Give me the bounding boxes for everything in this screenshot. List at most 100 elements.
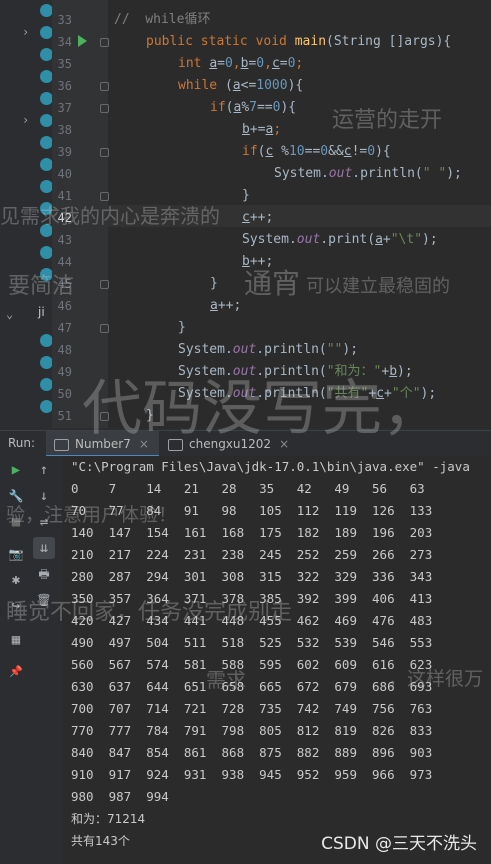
console-line: 350 357 364 371 378 385 392 399 406 413 (71, 591, 433, 606)
code-line-48: System.out.println(""); (178, 342, 359, 357)
fold-marker-icon[interactable] (100, 192, 109, 201)
console-line: 770 777 784 791 798 805 812 819 826 833 (71, 723, 433, 738)
code-line-40: System.out.println(" "); (274, 166, 462, 181)
line-number: 38 (57, 123, 72, 137)
layout-icon[interactable]: ▦ (5, 629, 27, 651)
code-editor[interactable]: › › ⌄ ji 33 34 35 36 37 38 39 40 41 42 43… (0, 0, 491, 428)
scroll-to-end-icon[interactable]: ⇊ (33, 537, 55, 559)
tab-number7[interactable]: Number7 × (46, 431, 159, 457)
project-row[interactable] (0, 132, 53, 154)
console-line: 420 427 434 441 448 455 462 469 476 483 (71, 613, 433, 628)
tab-chengxu1202[interactable]: chengxu1202 × (160, 431, 299, 457)
camera-icon[interactable]: 📷 (5, 543, 27, 565)
project-folder-row[interactable]: ⌄ ji (0, 304, 52, 326)
line-number: 51 (57, 409, 72, 423)
wrench-icon[interactable]: 🔧 (5, 485, 27, 507)
console-line: 0 7 14 21 28 35 42 49 56 63 (71, 481, 425, 496)
line-number: 37 (57, 101, 72, 115)
code-line-38: b+=a; (242, 122, 282, 137)
line-number: 47 (57, 321, 72, 335)
csdn-watermark: CSDN @三天不洗头 (321, 834, 477, 854)
console-line: 210 217 224 231 238 245 252 259 266 273 (71, 547, 433, 562)
line-number: 34 (57, 35, 72, 49)
code-line-46: a++; (210, 298, 242, 313)
tab-label: chengxu1202 (189, 437, 272, 451)
project-row[interactable] (0, 242, 53, 264)
scroll-down-icon[interactable]: ↓ (33, 485, 55, 507)
line-number: 50 (57, 387, 72, 401)
project-row[interactable] (0, 0, 53, 22)
console-line: 840 847 854 861 868 875 882 889 896 903 (71, 745, 433, 760)
line-number: 49 (57, 365, 72, 379)
project-row[interactable] (0, 220, 53, 242)
scroll-up-icon[interactable]: ↑ (33, 459, 55, 481)
code-line-36: while (a<=1000){ (178, 78, 304, 93)
code-line-39: if(c %10==0&&c!=0){ (242, 144, 391, 159)
project-row[interactable] (0, 396, 53, 418)
console-line: "C:\Program Files\Java\jdk-17.0.1\bin\ja… (71, 459, 470, 474)
code-line-41: } (242, 188, 250, 203)
project-row[interactable] (0, 374, 53, 396)
run-main-gutter-icon[interactable] (78, 35, 87, 47)
code-line-34: public static void main(String []args){ (146, 34, 452, 49)
exit-icon[interactable]: ↪ (5, 595, 27, 617)
line-number: 36 (57, 79, 72, 93)
chevron-down-icon[interactable]: ⌄ (6, 307, 13, 321)
fold-marker-icon[interactable] (100, 412, 109, 421)
code-line-33: // while循环 (114, 12, 211, 27)
console-line: 630 637 644 651 658 665 672 679 686 693 (71, 679, 433, 694)
project-row[interactable] (0, 88, 53, 110)
code-line-45: } (210, 276, 218, 291)
project-row[interactable] (0, 330, 53, 352)
fold-marker-icon[interactable] (100, 82, 109, 91)
project-row[interactable] (0, 154, 53, 176)
line-number: 41 (57, 189, 72, 203)
project-row[interactable] (0, 352, 53, 374)
project-row[interactable] (0, 198, 53, 220)
code-line-37: if(a%7==0){ (210, 100, 297, 115)
close-icon[interactable]: × (279, 437, 289, 451)
tab-label: Number7 (75, 437, 131, 451)
chevron-right-icon[interactable]: › (22, 113, 29, 127)
console-line: 280 287 294 301 308 315 322 329 336 343 (71, 569, 433, 584)
console-line: 700 707 714 721 728 735 742 749 756 763 (71, 701, 433, 716)
console-line: 980 987 994 (71, 789, 169, 804)
run-label: Run: (8, 436, 36, 450)
console-count-line: 共有143个 (71, 834, 130, 848)
fold-marker-icon[interactable] (100, 104, 109, 113)
folder-label: ji (38, 305, 45, 319)
soft-wrap-icon[interactable]: ⇌ (33, 511, 55, 533)
rerun-icon[interactable]: ▶ (5, 459, 27, 481)
fold-marker-icon[interactable] (100, 280, 109, 289)
pin-icon[interactable]: 📌 (5, 661, 27, 683)
code-line-35: int a=0,b=0,c=0; (178, 56, 304, 71)
console-output[interactable]: "C:\Program Files\Java\jdk-17.0.1\bin\ja… (62, 456, 491, 864)
line-number: 39 (57, 145, 72, 159)
line-number: 43 (57, 233, 72, 247)
fold-marker-icon[interactable] (100, 148, 109, 157)
project-row[interactable]: › (0, 22, 53, 44)
trash-icon[interactable]: 🗑 (33, 589, 55, 611)
code-line-47: } (178, 320, 186, 335)
project-row[interactable] (0, 176, 53, 198)
line-number: 45 (57, 277, 72, 291)
stop-icon[interactable]: ■ (5, 511, 27, 533)
code-line-49: System.out.println("和为："+b); (178, 364, 413, 379)
project-row[interactable] (0, 44, 53, 66)
close-icon[interactable]: × (139, 437, 149, 451)
code-line-50: System.out.println("共有"+c+"个"); (178, 386, 437, 401)
run-toolbar: ▶ ↑ 🔧 ↓ ■ ⇌ 📷 ⇊ ✱ 🖶 ↪ 🗑 ▦ 📌 (0, 456, 62, 864)
code-line-44: b++; (242, 254, 274, 269)
console-line: 910 917 924 931 938 945 952 959 966 973 (71, 767, 433, 782)
fold-marker-icon[interactable] (100, 324, 109, 333)
debug-icon[interactable]: ✱ (5, 569, 27, 591)
line-number: 48 (57, 343, 72, 357)
fold-marker-icon[interactable] (100, 38, 109, 47)
project-row[interactable]: › (0, 110, 53, 132)
console-line: 70 77 84 91 98 105 112 119 126 133 (71, 503, 433, 518)
project-row[interactable] (0, 264, 53, 286)
project-tree-strip: › › ⌄ ji (0, 0, 53, 428)
print-icon[interactable]: 🖶 (33, 563, 55, 585)
project-row[interactable] (0, 66, 53, 88)
chevron-right-icon[interactable]: › (22, 25, 29, 39)
